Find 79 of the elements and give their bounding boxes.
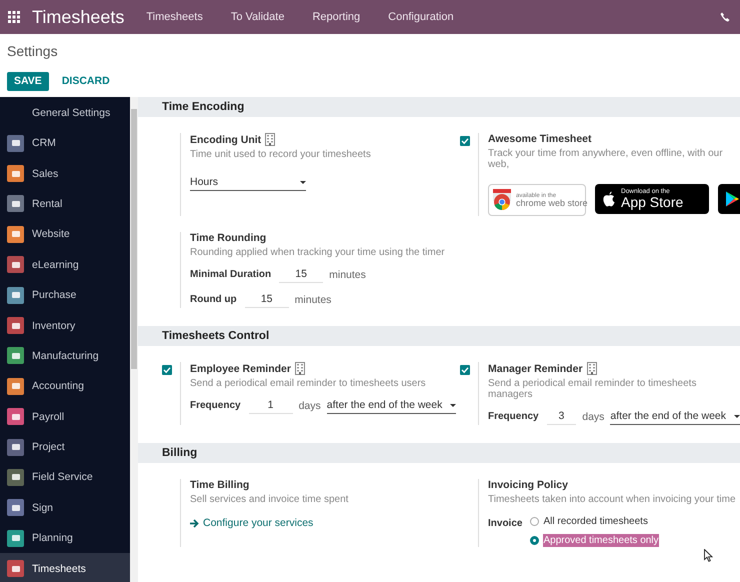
section-header: Billing: [138, 443, 740, 463]
setting-description: Sell services and invoice time spent: [190, 494, 350, 505]
unit-label: minutes: [294, 294, 332, 306]
checkbox[interactable]: [460, 136, 470, 146]
play-logo-icon: [725, 191, 739, 207]
radio-label: All recorded timesheets: [543, 515, 648, 528]
sidebar-item[interactable]: Payroll: [0, 402, 130, 432]
section-header: Time Encoding: [138, 97, 740, 117]
building-icon: [294, 362, 305, 375]
checkbox[interactable]: [162, 365, 172, 375]
setting-title: Time Billing: [190, 479, 250, 491]
setting-title: Invoicing Policy: [488, 479, 568, 491]
setting-description: Timesheets taken into account when invoicing your time: [488, 494, 737, 505]
sidebar-item[interactable]: eLearning: [0, 250, 130, 280]
sidebar-item[interactable]: Sign: [0, 492, 130, 524]
sidebar-item[interactable]: Field Service: [0, 462, 130, 493]
dropdown[interactable]: after the end of the week: [326, 397, 456, 414]
setting-title: Employee Reminder: [190, 362, 291, 374]
setting-description: Send a periodical email reminder to timesheets managers: [488, 378, 698, 400]
chrome-logo-icon: [493, 189, 511, 211]
sidebar-item[interactable]: Project: [0, 432, 130, 462]
menu-item[interactable]: To Validate: [230, 11, 284, 23]
unit-label: minutes: [329, 268, 366, 280]
arrow-right-icon: [190, 518, 200, 528]
setting-title: Time Rounding: [190, 232, 266, 244]
sidebar-item[interactable]: Manufacturing: [0, 340, 130, 372]
scrollbar[interactable]: [130, 97, 138, 582]
sidebar-item[interactable]: Planning: [0, 523, 130, 554]
radio-label: Approved timesheets only: [543, 534, 659, 547]
setting-title: Awesome Timesheet: [488, 133, 592, 145]
setting-description: Time unit used to record your timesheets: [190, 149, 372, 160]
setting-description: Send a periodical email reminder to timesheets users: [190, 378, 427, 389]
menu-item[interactable]: Reporting: [312, 11, 360, 23]
sidebar-item[interactable]: Purchase: [0, 280, 130, 310]
number-field[interactable]: 15: [279, 266, 324, 283]
check-icon: [461, 366, 469, 374]
setting-title: Encoding Unit: [190, 134, 262, 146]
setting-description: Track your time from anywhere, even offline, with our web,: [488, 148, 724, 170]
number-field[interactable]: 15: [244, 291, 289, 308]
apps-menu-icon[interactable]: [8, 11, 20, 23]
field-label: Frequency: [488, 411, 539, 422]
checkbox[interactable]: [460, 365, 470, 375]
field-label: Minimal Duration: [190, 269, 272, 280]
building-icon: [586, 362, 597, 375]
unit-label: days: [298, 400, 321, 412]
sidebar-item[interactable]: Website: [0, 219, 130, 250]
dropdown[interactable]: after the end of the week: [610, 408, 740, 425]
check-icon: [163, 366, 171, 374]
unit-label: days: [582, 410, 604, 422]
section-header: Timesheets Control: [138, 326, 740, 346]
sidebar-item[interactable]: Rental: [0, 188, 130, 220]
save-button[interactable]: SAVE: [7, 72, 49, 91]
dropdown[interactable]: Hours: [190, 174, 306, 191]
setting-title: Manager Reminder: [488, 362, 583, 374]
menu-item[interactable]: Configuration: [388, 11, 454, 23]
app-title: Timesheets: [32, 6, 124, 28]
sidebar-item[interactable]: Accounting: [0, 371, 130, 402]
configure-link[interactable]: Configure your services: [190, 517, 314, 529]
sidebar-item[interactable]: Sales: [0, 158, 130, 189]
field-label: Invoice: [488, 518, 522, 531]
field-label: Round up: [190, 294, 237, 305]
check-icon: [461, 137, 469, 145]
building-icon: [265, 133, 276, 146]
radio-button[interactable]: [530, 536, 540, 545]
sidebar-item[interactable]: General Settings: [0, 97, 130, 128]
apple-logo-icon: [602, 191, 616, 207]
sidebar-item[interactable]: Inventory: [0, 310, 130, 341]
radio-button[interactable]: [530, 517, 540, 526]
sidebar-item[interactable]: Timesheets: [0, 553, 130, 582]
menu-item[interactable]: Timesheets: [146, 11, 203, 23]
page-title: Settings: [7, 43, 59, 60]
setting-description: Rounding applied when tracking your time using the timer: [190, 247, 446, 258]
phone-icon[interactable]: [720, 12, 730, 22]
number-field[interactable]: 1: [248, 397, 293, 414]
discard-button[interactable]: DISCARD: [54, 72, 117, 91]
field-label: Frequency: [190, 400, 241, 411]
sidebar-item[interactable]: CRM: [0, 128, 130, 158]
number-field[interactable]: 3: [546, 408, 576, 425]
mouse-pointer-icon: [704, 549, 713, 562]
